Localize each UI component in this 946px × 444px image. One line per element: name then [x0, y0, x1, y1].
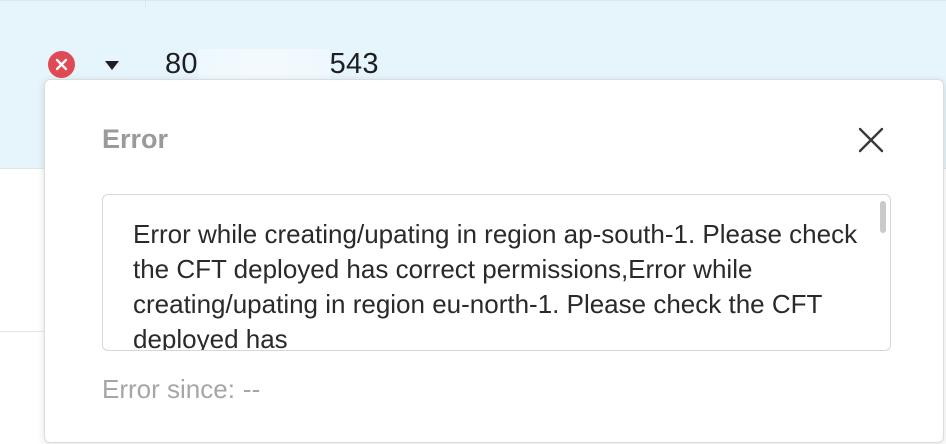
error-since-value: --	[242, 374, 261, 404]
caret-down-icon[interactable]	[103, 59, 120, 71]
redacted-segment	[197, 49, 330, 79]
scrollbar-thumb[interactable]	[880, 201, 886, 233]
table-region: 80 543 Error Error while creating/upatin…	[0, 0, 946, 444]
account-id-suffix: 543	[329, 47, 379, 80]
error-message-text: Error while creating/upating in region a…	[133, 219, 858, 351]
error-message-box[interactable]: Error while creating/upating in region a…	[102, 194, 891, 351]
error-since-label: Error since:	[102, 374, 235, 404]
column-divider	[145, 0, 146, 8]
error-since: Error since: --	[102, 374, 260, 405]
popover-title: Error	[102, 124, 169, 154]
close-button[interactable]	[853, 122, 889, 158]
account-id: 80 543	[165, 46, 379, 82]
error-x-icon[interactable]	[48, 51, 75, 78]
close-icon	[858, 127, 884, 153]
error-popover: Error Error while creating/upating in re…	[44, 79, 944, 443]
account-id-prefix: 80	[165, 47, 198, 80]
